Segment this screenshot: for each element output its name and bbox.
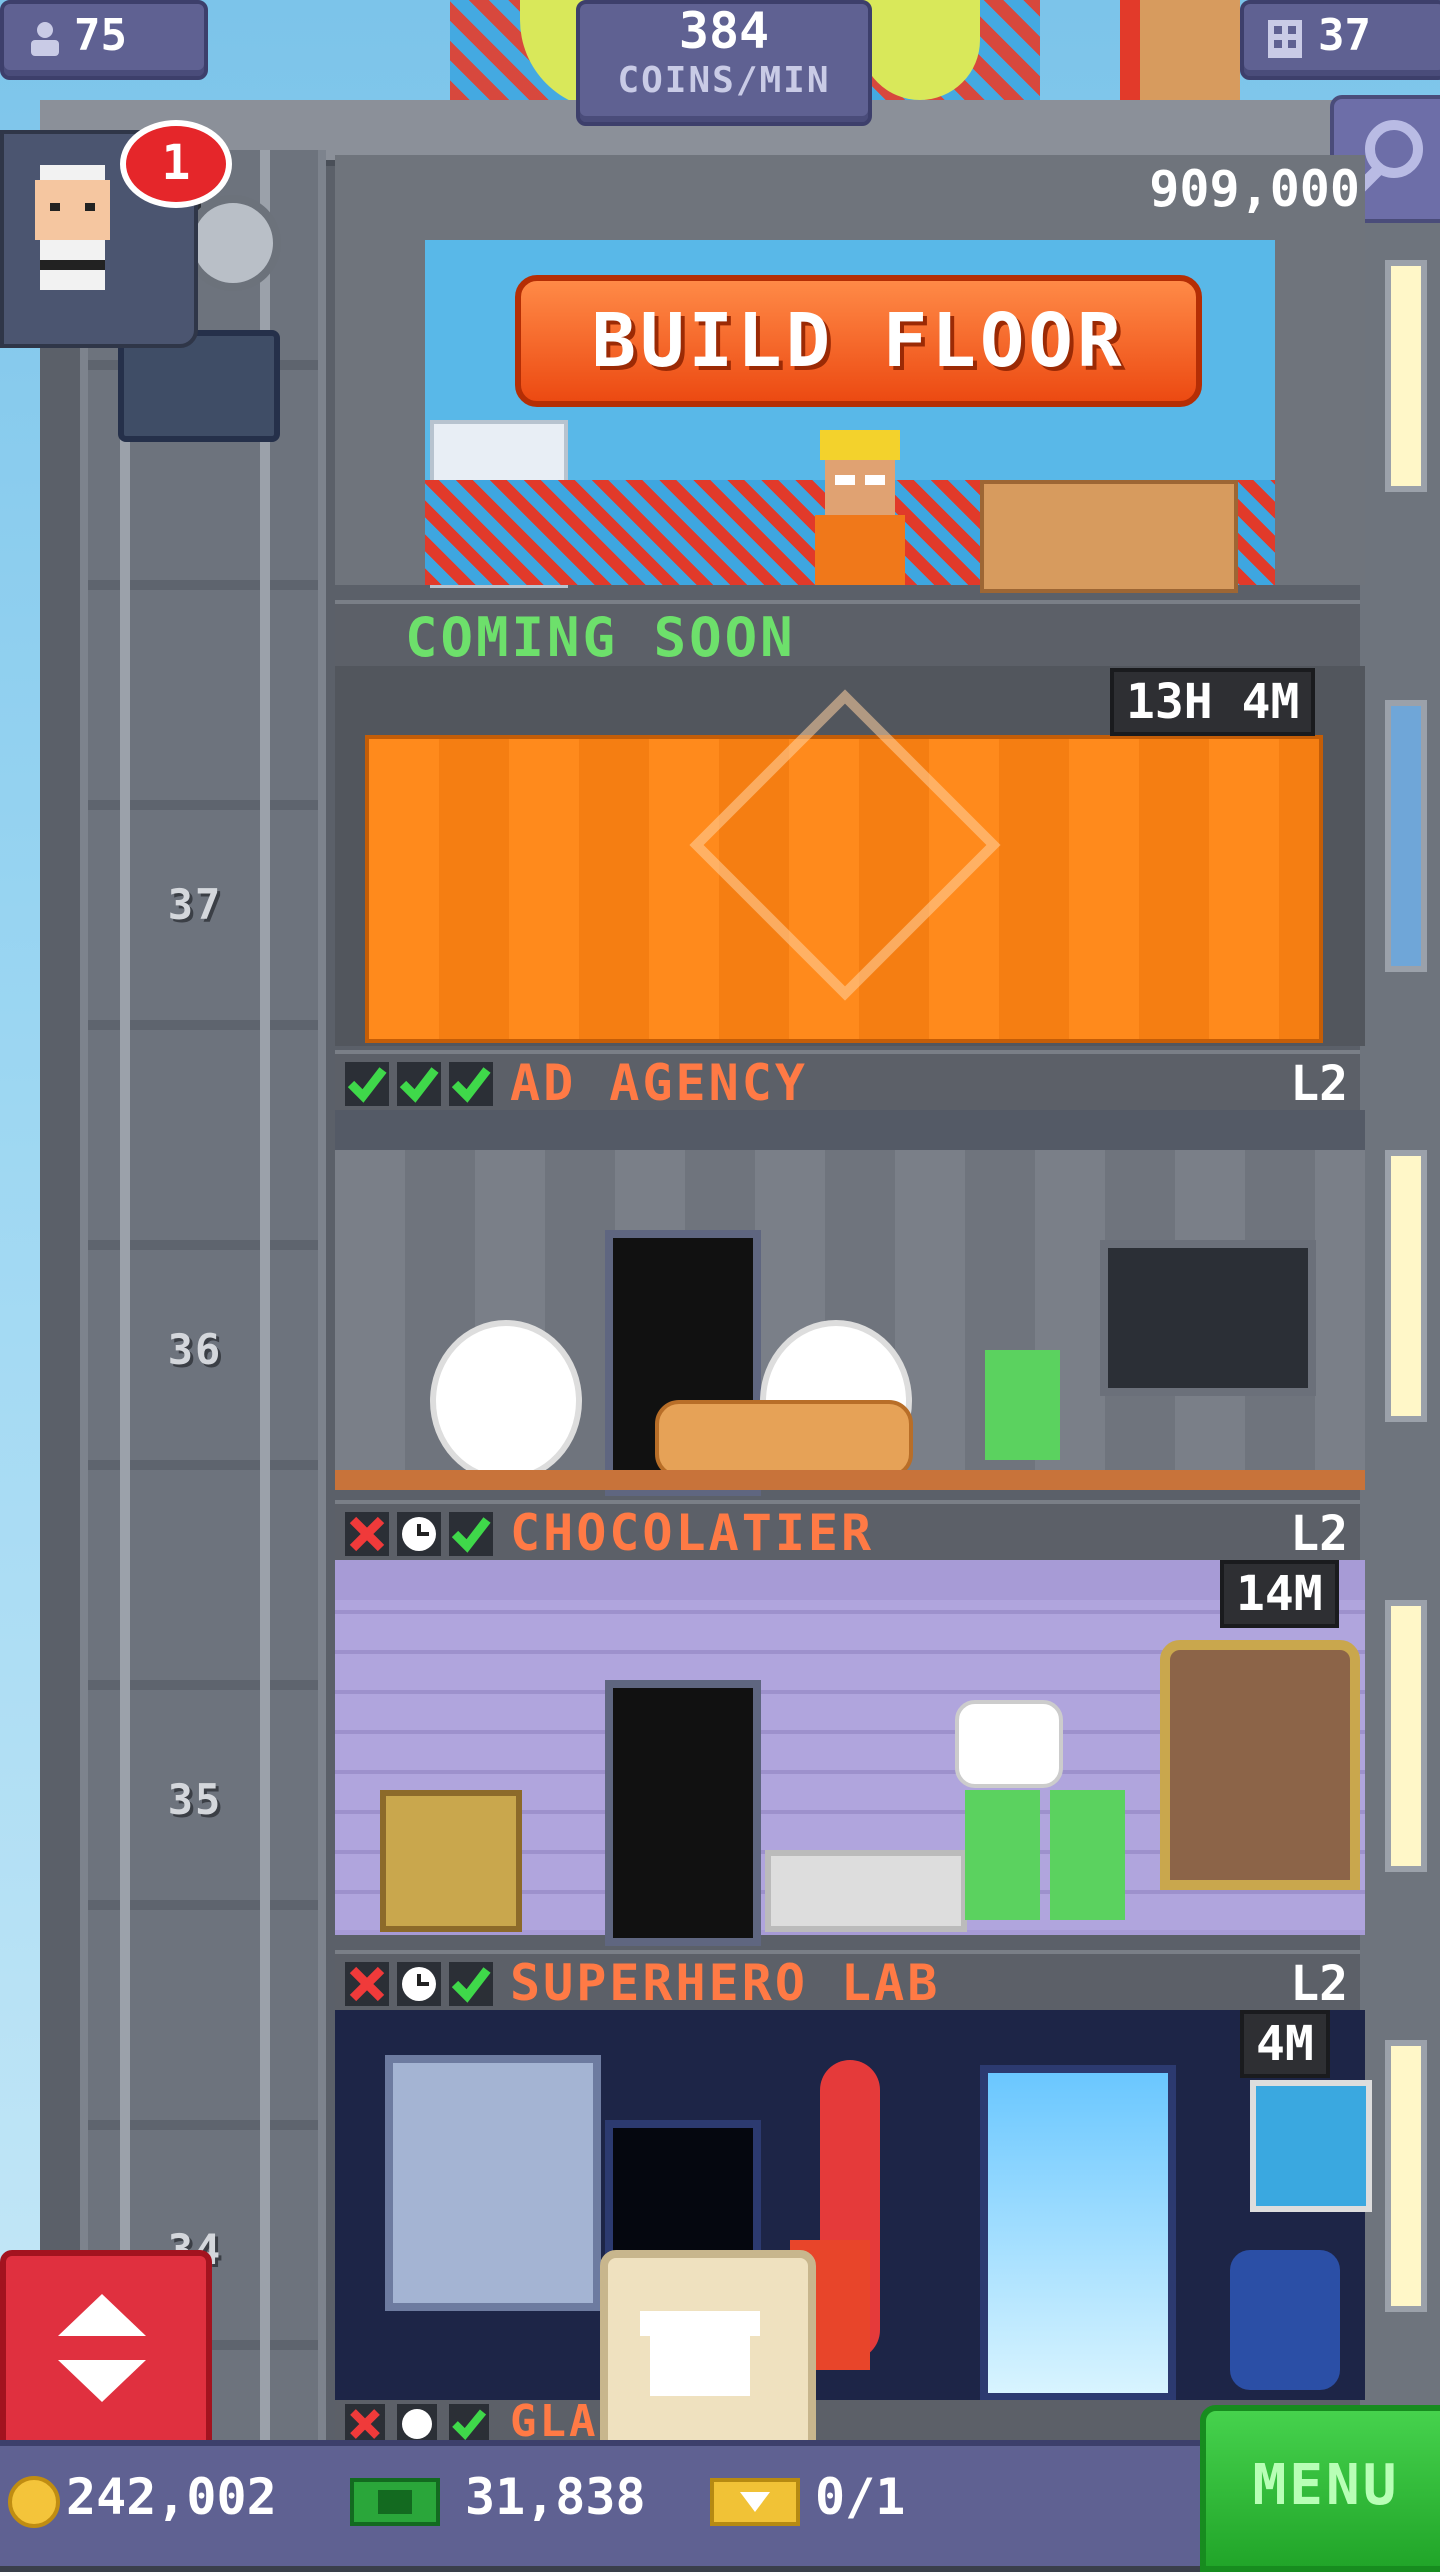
floor-level: L2 <box>1290 1056 1348 1112</box>
clock-icon <box>397 2404 437 2444</box>
population-counter[interactable]: 75 <box>0 0 208 80</box>
bux-balance: 31,838 <box>465 2468 646 2526</box>
status-icons <box>345 1512 493 1556</box>
check-icon <box>449 1512 493 1556</box>
clock-icon <box>397 1512 441 1556</box>
coming-soon-header: COMING SOON <box>335 600 1360 670</box>
floor-name: SUPERHERO LAB <box>510 1954 941 2012</box>
floor-counter[interactable]: 37 <box>1240 0 1440 80</box>
construction-worker <box>815 430 905 585</box>
floor-name: CHOCOLATIER <box>510 1504 875 1562</box>
visitor-avatar[interactable] <box>25 165 120 300</box>
status-icons <box>345 1062 493 1106</box>
worker-avatar[interactable] <box>985 1350 1060 1460</box>
elevator-shaft <box>80 150 326 2450</box>
construction-timer: 13H 4M <box>1110 668 1316 736</box>
ticket-balance: 0/1 <box>815 2468 906 2526</box>
check-icon <box>397 1062 441 1106</box>
floors-icon <box>1268 20 1302 58</box>
shaft-floor-number: 36 <box>167 1325 223 1374</box>
coin-balance: 242,002 <box>66 2468 277 2526</box>
coin-rate-unit: COINS/MIN <box>617 60 831 101</box>
elevator-arrows-icon <box>58 2294 146 2402</box>
shaft-floor-number: 35 <box>167 1775 223 1824</box>
sale-speech-bubble[interactable] <box>955 1700 1063 1788</box>
chocolate-tank <box>1160 1640 1360 1890</box>
tower-window <box>1385 260 1427 492</box>
chocolate-counter <box>765 1850 967 1932</box>
shaft-floor-number: 37 <box>167 880 223 929</box>
population-value: 75 <box>74 10 127 61</box>
build-floor-button[interactable]: BUILD FLOOR <box>515 275 1202 407</box>
restock-timer: 14M <box>1220 1560 1339 1628</box>
floor-name: AD AGENCY <box>510 1054 808 1112</box>
world-map <box>1250 2080 1372 2212</box>
elevator-button[interactable] <box>0 2250 212 2452</box>
hero-visitor-avatar[interactable] <box>1230 2250 1340 2390</box>
check-icon <box>449 2404 489 2444</box>
worker-avatar[interactable] <box>1050 1790 1125 1920</box>
worker-avatar[interactable] <box>965 1790 1040 1920</box>
construction-crate <box>980 480 1238 593</box>
tower-window <box>1385 700 1427 972</box>
elevator-rail <box>260 150 270 2450</box>
floor-header-chocolatier[interactable]: CHOCOLATIER L2 <box>335 1500 1360 1564</box>
x-icon <box>345 2404 385 2444</box>
restock-timer: 4M <box>1240 2010 1330 2078</box>
ticket-icon <box>710 2478 800 2526</box>
x-icon <box>345 1512 389 1556</box>
tower-window <box>1385 2040 1427 2312</box>
floor-level: L2 <box>1290 1956 1348 2012</box>
clock-icon <box>397 1962 441 2006</box>
coin-rate-value: 384 <box>678 2 770 60</box>
notification-badge: 1 <box>120 120 232 208</box>
sandwich-item[interactable] <box>655 1400 913 1478</box>
floor-header-superhero-lab[interactable]: SUPERHERO LAB L2 <box>335 1950 1360 2014</box>
monitor-ring-ad <box>1100 1240 1316 1396</box>
tower-window <box>1385 1150 1427 1422</box>
check-icon <box>449 1962 493 2006</box>
egg-chair <box>430 1320 582 1482</box>
hologram-portal <box>980 2065 1176 2401</box>
blueprint-board <box>385 2055 601 2311</box>
floor-level: L2 <box>1290 1506 1348 1562</box>
elevator-rail <box>120 150 130 2450</box>
rooftop-gift <box>1120 0 1240 100</box>
check-icon <box>449 1062 493 1106</box>
cocoa-bin <box>380 1790 522 1932</box>
elevator-door <box>605 1680 761 1946</box>
bux-icon <box>350 2478 440 2526</box>
elevator-pulley <box>185 195 281 291</box>
bitbook-crate-button[interactable] <box>600 2250 816 2466</box>
floor-header-ad-agency[interactable]: AD AGENCY L2 <box>335 1050 1360 1114</box>
x-icon <box>345 1962 389 2006</box>
coin-icon <box>8 2476 60 2528</box>
coin-rate-panel[interactable]: 384 COINS/MIN <box>576 0 872 126</box>
menu-button[interactable]: MENU <box>1200 2405 1440 2572</box>
tower-window <box>1385 1600 1427 1872</box>
check-icon <box>345 1062 389 1106</box>
coin-balance-display: 909,000 <box>1149 160 1360 218</box>
crate-icon <box>640 2311 760 2396</box>
population-icon <box>31 22 59 56</box>
status-icons <box>345 1962 493 2006</box>
floor-count-value: 37 <box>1318 10 1371 61</box>
coming-soon-label: COMING SOON <box>405 606 796 669</box>
status-icons <box>345 2404 489 2444</box>
ad-agency-floor <box>335 1470 1365 1490</box>
